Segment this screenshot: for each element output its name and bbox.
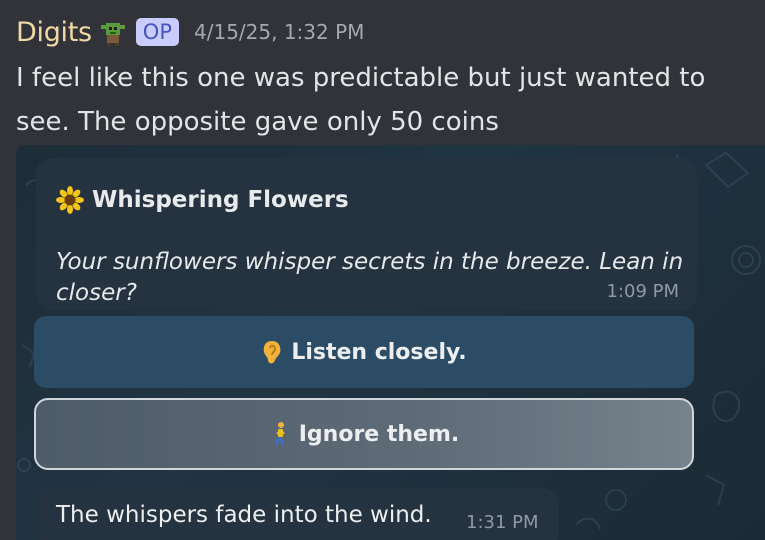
- embed-image[interactable]: Whispering Flowers Your sunflowers whisp…: [16, 145, 765, 540]
- message-header: Digits OP 4/15/25, 1:32 PM: [16, 12, 364, 52]
- result-time: 1:31 PM: [466, 512, 539, 533]
- username[interactable]: Digits: [16, 17, 92, 48]
- ignore-them-button[interactable]: Ignore them.: [34, 398, 694, 470]
- message-timestamp: 4/15/25, 1:32 PM: [194, 20, 365, 44]
- result-text: The whispers fade into the wind.: [56, 502, 432, 528]
- ignore-them-label: Ignore them.: [298, 421, 460, 447]
- ear-icon: [264, 341, 281, 364]
- op-badge: OP: [135, 18, 179, 46]
- event-time: 1:09 PM: [606, 281, 679, 302]
- message-text: I feel like this one was predictable but…: [16, 63, 706, 137]
- walking-person-icon: [274, 422, 285, 446]
- event-description: Your sunflowers whisper secrets in the b…: [56, 249, 684, 306]
- listen-closely-label: Listen closely.: [291, 339, 467, 365]
- event-card: Whispering Flowers Your sunflowers whisp…: [36, 158, 697, 310]
- result-message: The whispers fade into the wind. 1:31 PM: [36, 488, 559, 540]
- listen-closely-button[interactable]: Listen closely.: [34, 316, 694, 388]
- event-title-row: Whispering Flowers: [56, 186, 349, 214]
- event-title: Whispering Flowers: [92, 187, 349, 213]
- sunflower-icon: [56, 186, 84, 214]
- goblin-icon: [100, 23, 125, 46]
